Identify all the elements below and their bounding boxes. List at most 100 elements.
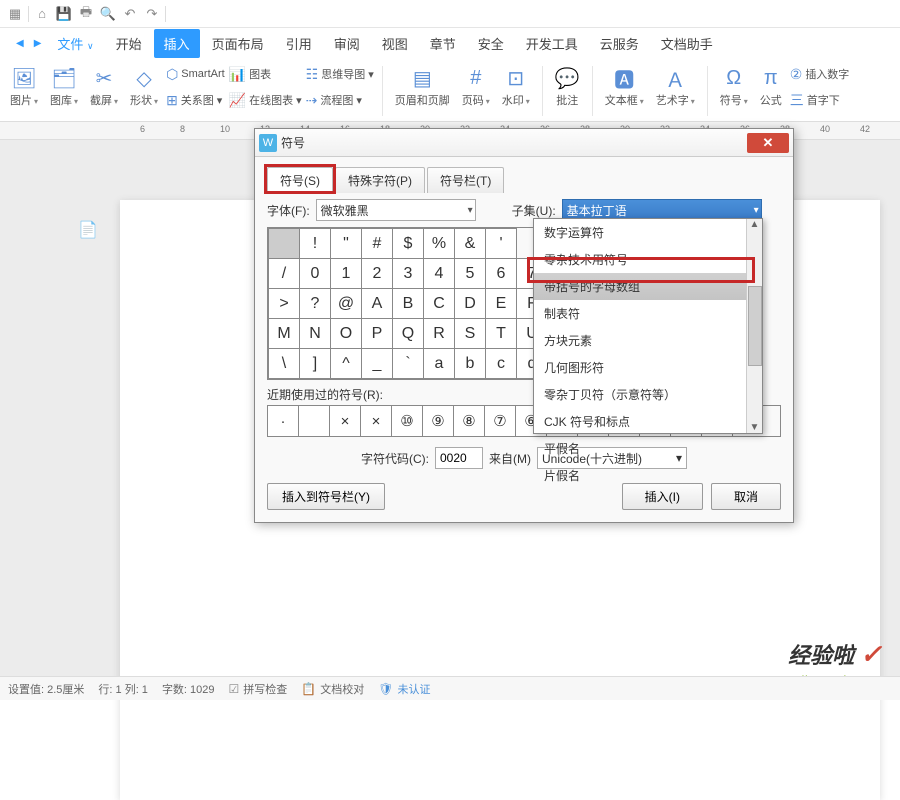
- symbol-cell[interactable]: >: [269, 289, 300, 319]
- symbol-cell[interactable]: P: [362, 319, 393, 349]
- symbol-cell[interactable]: &: [455, 229, 486, 259]
- symbol-cell[interactable]: B: [393, 289, 424, 319]
- dropdown-item[interactable]: 零杂丁贝符（示意符等）: [534, 381, 762, 408]
- ribbon-picture[interactable]: 🖼图片▾: [6, 62, 42, 110]
- save-icon[interactable]: 💾: [53, 3, 75, 25]
- dropdown-item[interactable]: 几何图形符: [534, 354, 762, 381]
- symbol-cell[interactable]: E: [486, 289, 517, 319]
- dropdown-item[interactable]: 方块元素: [534, 327, 762, 354]
- tab-special[interactable]: 特殊字符(P): [335, 167, 425, 193]
- menu-view[interactable]: 视图: [372, 29, 418, 58]
- symbol-cell[interactable]: T: [486, 319, 517, 349]
- dropdown-item[interactable]: 制表符: [534, 300, 762, 327]
- preview-icon[interactable]: 🔍: [97, 3, 119, 25]
- symbol-cell[interactable]: a: [424, 349, 455, 379]
- recent-symbol-cell[interactable]: ⑨: [423, 406, 454, 436]
- close-button[interactable]: ✕: [747, 133, 789, 153]
- ribbon-headerfooter[interactable]: ▤页眉和页脚: [391, 62, 454, 110]
- symbol-cell[interactable]: 3: [393, 259, 424, 289]
- scroll-thumb[interactable]: [748, 286, 762, 366]
- symbol-cell[interactable]: C: [424, 289, 455, 319]
- ribbon-shapes[interactable]: ◇形状▾: [126, 62, 162, 110]
- symbol-cell[interactable]: b: [455, 349, 486, 379]
- recent-symbol-cell[interactable]: ×: [361, 406, 392, 436]
- tab-symbolbar[interactable]: 符号栏(T): [427, 167, 504, 193]
- symbol-cell[interactable]: 1: [331, 259, 362, 289]
- symbol-cell[interactable]: @: [331, 289, 362, 319]
- dialog-titlebar[interactable]: W 符号 ✕: [255, 129, 793, 157]
- symbol-cell[interactable]: ?: [300, 289, 331, 319]
- recent-symbol-cell[interactable]: ⑧: [454, 406, 485, 436]
- ribbon-smartart[interactable]: ⬡SmartArt: [166, 62, 225, 86]
- ribbon-relation[interactable]: ⊞关系图▾: [166, 88, 225, 112]
- print-icon[interactable]: 🖶: [75, 3, 97, 25]
- font-combo[interactable]: 微软雅黑▾: [316, 199, 476, 221]
- menu-helper[interactable]: 文档助手: [651, 29, 723, 58]
- ribbon-pagenum[interactable]: #页码▾: [458, 62, 494, 110]
- ribbon-textbox[interactable]: 🅰文本框▾: [601, 62, 648, 110]
- recent-symbol-cell[interactable]: ⑩: [392, 406, 423, 436]
- scroll-up-icon[interactable]: ▲: [750, 219, 760, 230]
- symbol-cell[interactable]: 4: [424, 259, 455, 289]
- symbol-cell[interactable]: %: [424, 229, 455, 259]
- symbol-cell[interactable]: M: [269, 319, 300, 349]
- menu-reference[interactable]: 引用: [276, 29, 322, 58]
- recent-symbol-cell[interactable]: [299, 406, 330, 436]
- symbol-cell[interactable]: ': [486, 229, 517, 259]
- symbol-cell[interactable]: $: [393, 229, 424, 259]
- menu-insert[interactable]: 插入: [154, 29, 200, 58]
- symbol-cell[interactable]: 6: [486, 259, 517, 289]
- ribbon-comment[interactable]: 💬批注: [551, 62, 584, 110]
- home-icon[interactable]: ⌂: [31, 3, 53, 25]
- ribbon-onlinechart[interactable]: 📈在线图表▾: [229, 88, 302, 112]
- symbol-cell[interactable]: [269, 229, 300, 259]
- status-spellcheck[interactable]: ☑拼写检查: [229, 681, 288, 697]
- ribbon-gallery[interactable]: 🗂图库▾: [46, 62, 82, 110]
- dropdown-item[interactable]: 片假名: [534, 462, 762, 489]
- ribbon-mindmap[interactable]: ☷思维导图▾: [306, 62, 374, 86]
- symbol-cell[interactable]: _: [362, 349, 393, 379]
- status-proof[interactable]: 📋文档校对: [301, 681, 364, 697]
- scroll-down-icon[interactable]: ▼: [750, 422, 760, 433]
- dropdown-scrollbar[interactable]: ▲ ▼: [746, 219, 762, 433]
- ribbon-flowchart[interactable]: ⇢流程图▾: [306, 88, 374, 112]
- dropdown-item[interactable]: 带括号的字母数组: [534, 273, 762, 300]
- symbol-cell[interactable]: !: [300, 229, 331, 259]
- recent-symbol-cell[interactable]: ·: [268, 406, 299, 436]
- menu-file[interactable]: 文件 ∨: [47, 29, 103, 58]
- symbol-cell[interactable]: R: [424, 319, 455, 349]
- symbol-cell[interactable]: ]: [300, 349, 331, 379]
- symbol-cell[interactable]: #: [362, 229, 393, 259]
- insert-to-bar-button[interactable]: 插入到符号栏(Y): [267, 483, 385, 510]
- symbol-cell[interactable]: 2: [362, 259, 393, 289]
- ribbon-insertnum[interactable]: ②插入数字: [790, 62, 850, 86]
- symbol-cell[interactable]: ": [331, 229, 362, 259]
- menu-security[interactable]: 安全: [468, 29, 514, 58]
- ribbon-wordart[interactable]: Ａ艺术字▾: [652, 62, 699, 110]
- symbol-cell[interactable]: 0: [300, 259, 331, 289]
- symbol-cell[interactable]: ^: [331, 349, 362, 379]
- menu-layout[interactable]: 页面布局: [202, 29, 274, 58]
- ribbon-equation[interactable]: π公式: [756, 62, 786, 110]
- recent-symbol-cell[interactable]: ×: [330, 406, 361, 436]
- chevron-left-icon[interactable]: ◀: [12, 38, 28, 49]
- undo-icon[interactable]: ↶: [119, 3, 141, 25]
- symbol-cell[interactable]: Q: [393, 319, 424, 349]
- tab-symbol[interactable]: 符号(S): [267, 167, 333, 193]
- symbol-cell[interactable]: N: [300, 319, 331, 349]
- menu-devtools[interactable]: 开发工具: [516, 29, 588, 58]
- symbol-cell[interactable]: O: [331, 319, 362, 349]
- symbol-cell[interactable]: c: [486, 349, 517, 379]
- menu-review[interactable]: 审阅: [324, 29, 370, 58]
- dropdown-item[interactable]: 零杂技术用符号: [534, 246, 762, 273]
- menu-chapter[interactable]: 章节: [420, 29, 466, 58]
- dropdown-item[interactable]: 数字运算符: [534, 219, 762, 246]
- grid-icon[interactable]: ▦: [4, 3, 26, 25]
- ribbon-watermark[interactable]: ⊡水印▾: [498, 62, 534, 110]
- symbol-cell[interactable]: `: [393, 349, 424, 379]
- dropdown-item[interactable]: 平假名: [534, 435, 762, 462]
- ribbon-symbol[interactable]: Ω符号▾: [716, 62, 752, 110]
- symbol-cell[interactable]: D: [455, 289, 486, 319]
- symbol-cell[interactable]: /: [269, 259, 300, 289]
- dropdown-item[interactable]: CJK 符号和标点: [534, 408, 762, 435]
